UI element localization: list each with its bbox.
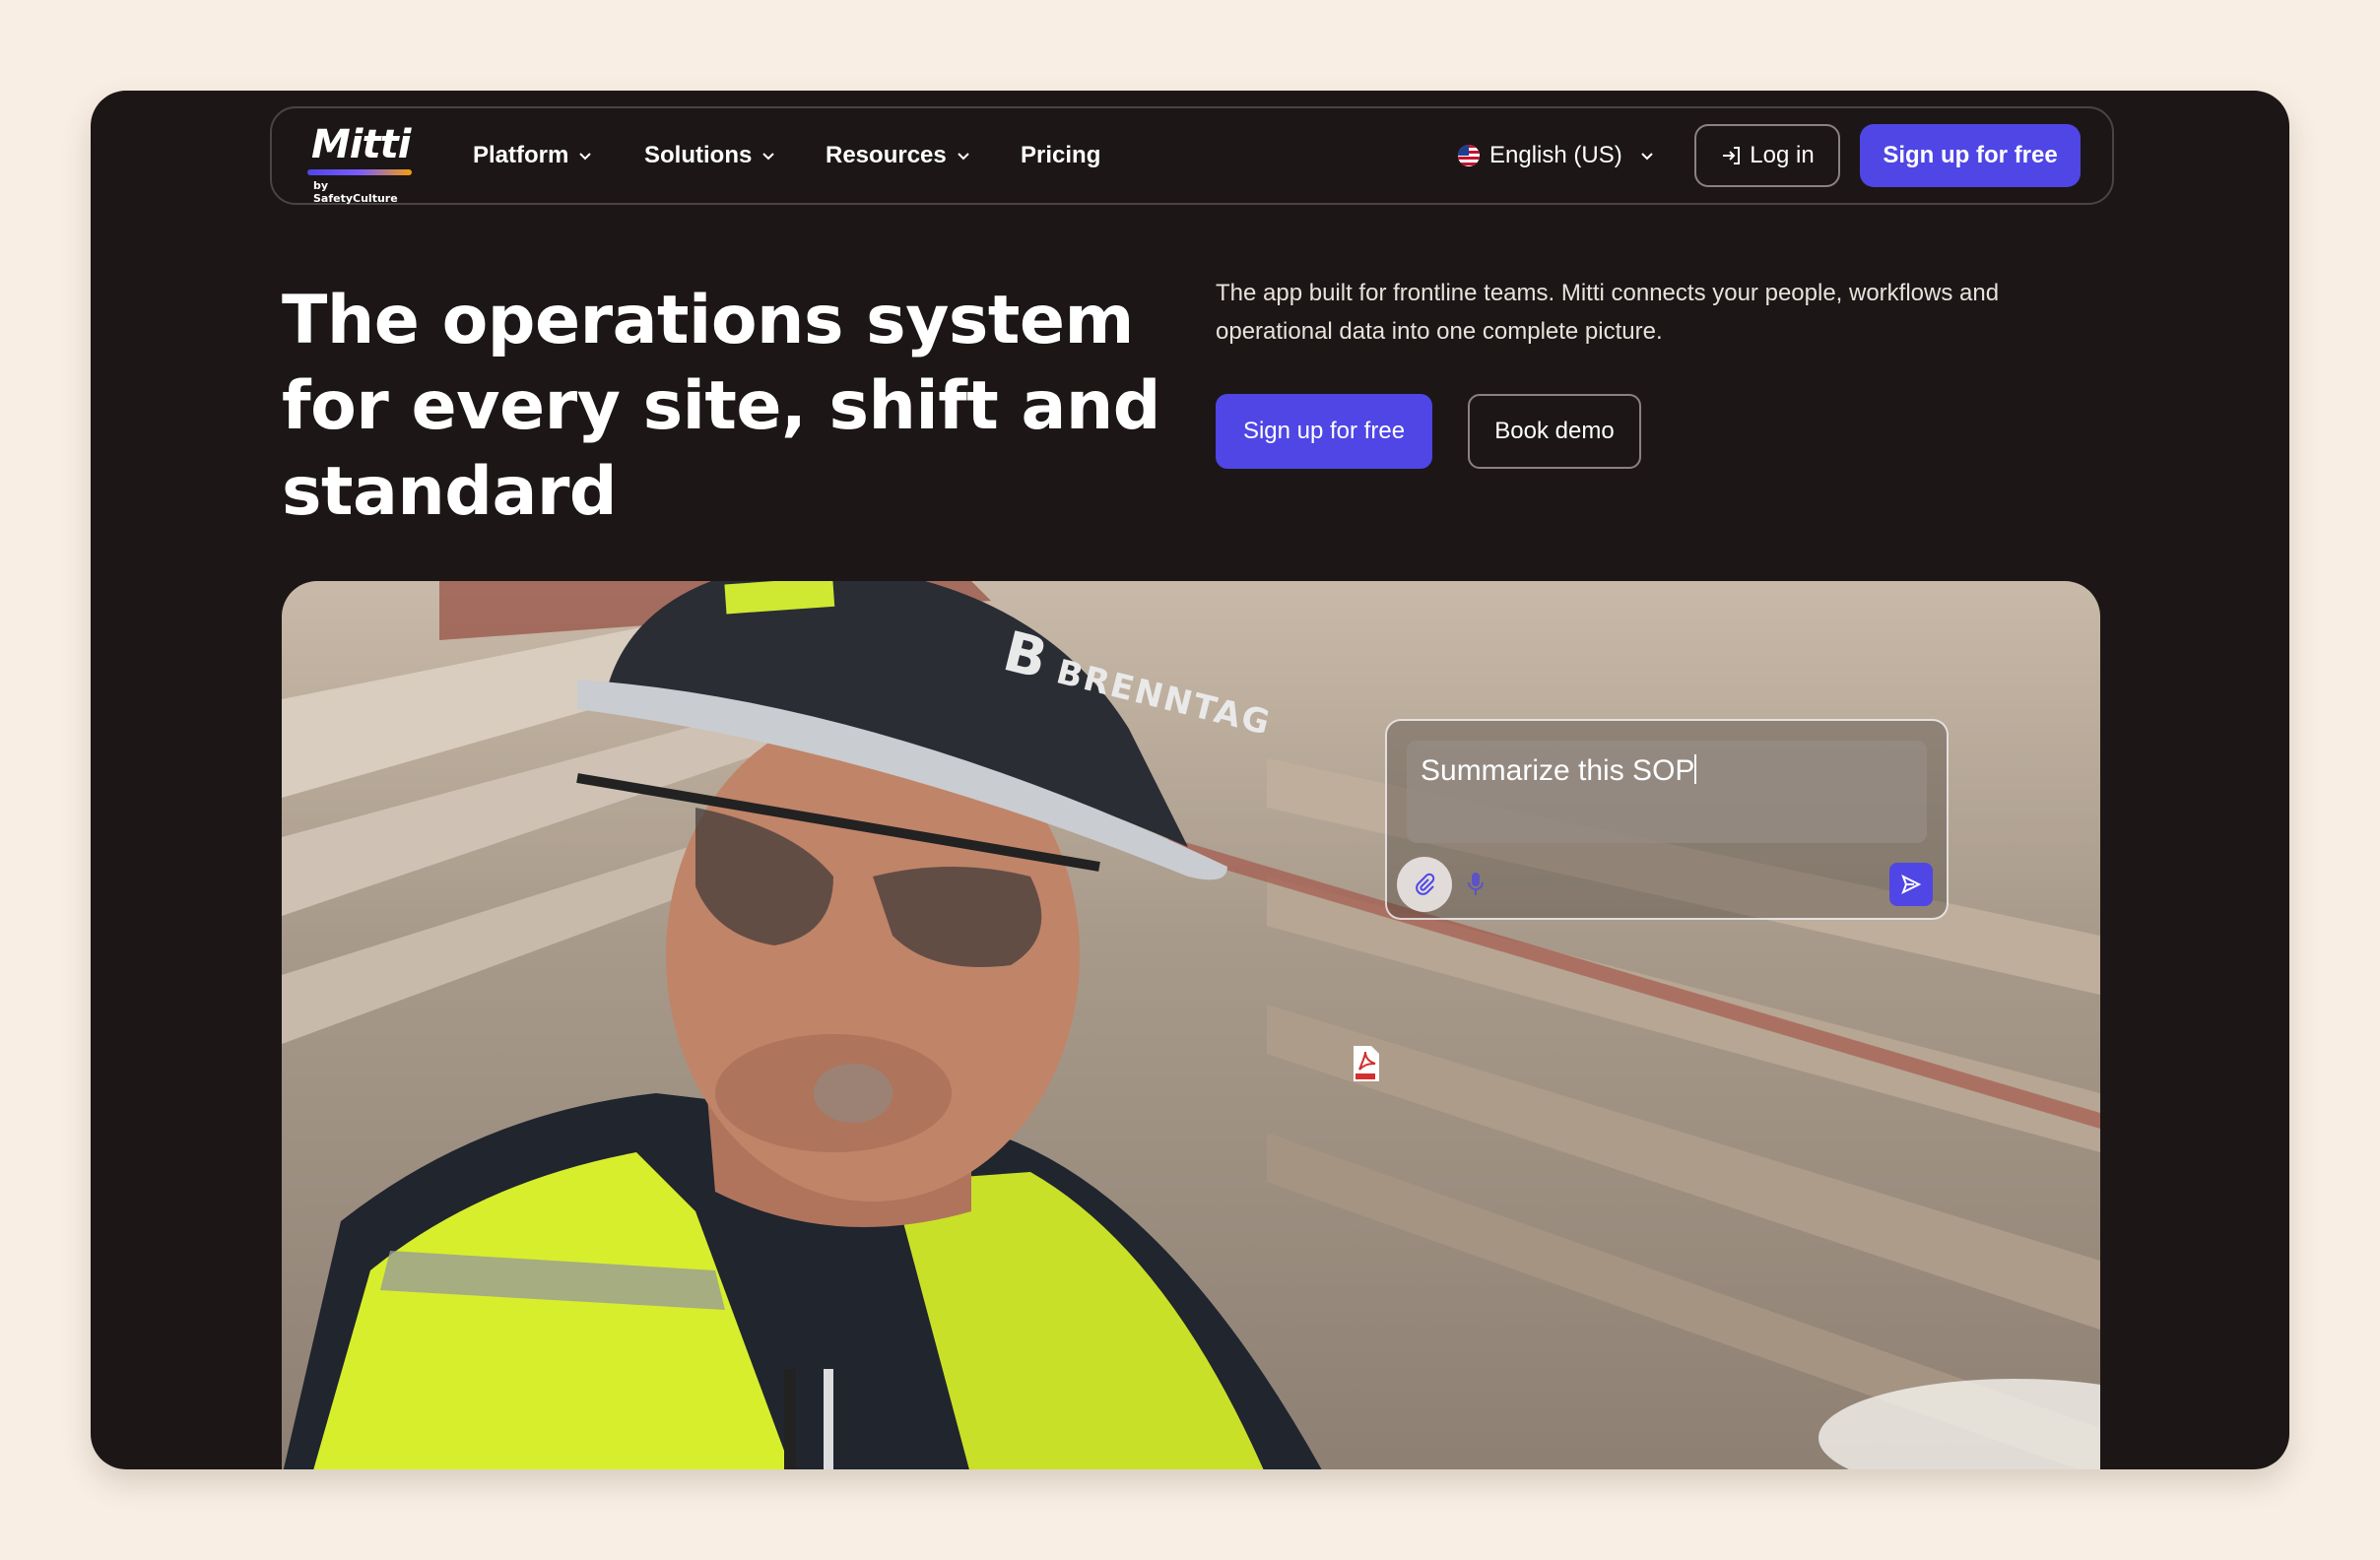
login-label: Log in [1750, 142, 1815, 168]
login-button[interactable]: Log in [1694, 124, 1840, 187]
hero-signup-button[interactable]: Sign up for free [1216, 394, 1432, 469]
hero-headline: The operations system for every site, sh… [282, 282, 1160, 531]
language-selector[interactable]: English (US) [1458, 142, 1656, 169]
top-navigation: Mitti by SafetyCulture Platform Solution… [270, 106, 2114, 205]
chevron-down-icon [958, 153, 969, 161]
chat-prompt-input[interactable]: Summarize this SOP [1407, 741, 1927, 843]
nav-item-resources[interactable]: Resources [826, 142, 972, 169]
nav-item-label: Platform [473, 142, 569, 168]
logo-swoosh [307, 169, 412, 175]
text-caret [1694, 754, 1697, 784]
mitti-logo[interactable]: Mitti by SafetyCulture [307, 122, 416, 205]
us-flag-icon [1458, 145, 1480, 166]
book-demo-button[interactable]: Book demo [1468, 394, 1641, 469]
paperclip-icon [1416, 873, 1435, 895]
nav-signup-button[interactable]: Sign up for free [1860, 124, 2081, 187]
language-label: English (US) [1489, 142, 1622, 168]
nav-item-label: Pricing [1021, 142, 1101, 168]
hero-subtext: The app built for frontline teams. Mitti… [1216, 280, 2000, 345]
send-button[interactable] [1889, 863, 1933, 906]
send-icon [1901, 874, 1922, 895]
pdf-file-icon [1354, 1046, 1379, 1081]
login-icon [1723, 147, 1741, 164]
chevron-down-icon [579, 153, 592, 161]
nav-item-label: Solutions [644, 142, 753, 168]
nav-item-label: Resources [826, 142, 947, 168]
chevron-down-icon [762, 153, 775, 161]
logo-wordmark: Mitti [311, 122, 411, 167]
nav-item-pricing[interactable]: Pricing [1021, 142, 1100, 169]
chat-prompt-text: Summarize this SOP [1421, 754, 1695, 787]
microphone-icon[interactable] [1466, 871, 1486, 898]
logo-byline: by SafetyCulture [313, 179, 398, 205]
hero-photo: BBRENNTAG Summarize this SOP [282, 581, 2100, 1469]
nav-item-platform[interactable]: Platform [473, 142, 594, 169]
ai-chat-widget: Summarize this SOP [1385, 719, 1949, 920]
chevron-down-icon [1641, 153, 1653, 161]
attach-button[interactable] [1397, 857, 1452, 912]
nav-item-solutions[interactable]: Solutions [644, 142, 777, 169]
site-frame: Mitti by SafetyCulture Platform Solution… [91, 91, 2289, 1469]
